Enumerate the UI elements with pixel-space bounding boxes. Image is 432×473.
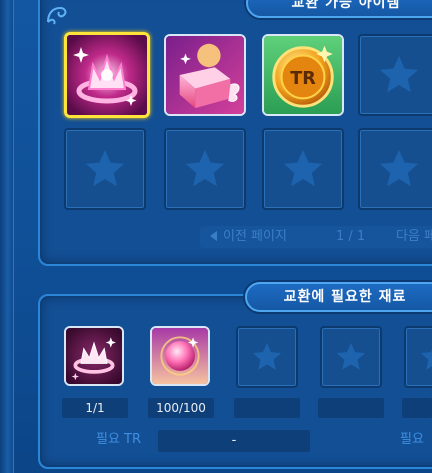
star-icon [85, 149, 125, 187]
star-icon [185, 149, 225, 187]
page-indicator: 1 / 1 [336, 229, 366, 244]
empty-item-slot[interactable] [358, 34, 432, 116]
item-slot-tr-coin[interactable]: TR [262, 34, 344, 116]
required-label-right: 필요 [400, 432, 424, 447]
next-page-button[interactable]: 다음 페 [396, 226, 432, 248]
material-quantity: 1/1 [62, 398, 128, 418]
empty-material-slot[interactable] [404, 326, 432, 388]
star-icon [420, 349, 432, 370]
prev-page-label: 이전 페이지 [223, 229, 287, 244]
star-icon [283, 149, 323, 187]
material-quantity-empty [234, 398, 300, 418]
window-left-rail [0, 0, 14, 473]
tr-coin-icon: TR [264, 36, 342, 114]
material-slot-crown-ring[interactable] [64, 326, 124, 386]
page-navigation: 이전 페이지 1 / 1 다음 페 [200, 226, 432, 248]
materials-title: 교환에 필요한 재료 [245, 282, 432, 312]
winged-treasure-box-icon [166, 36, 244, 114]
empty-material-slot[interactable] [236, 326, 298, 388]
glowing-orb-material-icon [152, 328, 208, 384]
item-slot-treasure-box[interactable] [164, 34, 246, 116]
star-icon [379, 55, 419, 93]
chevron-left-icon [210, 231, 217, 241]
empty-item-slot[interactable] [64, 128, 146, 210]
required-tr-value: - [158, 430, 310, 452]
material-quantity-empty [402, 398, 432, 418]
exchange-window: 교환 가능 아이템 TR 이전 페이지 1 / 1 다음 페 교환에 필요한 재… [0, 0, 432, 473]
material-quantity-empty [318, 398, 384, 418]
empty-item-slot[interactable] [262, 128, 344, 210]
material-quantity: 100/100 [148, 398, 214, 418]
crown-ring-material-icon [66, 328, 122, 384]
empty-item-slot[interactable] [358, 128, 432, 210]
item-slot-flaming-crown[interactable] [64, 32, 150, 118]
star-icon [379, 149, 419, 187]
flaming-crown-emblem-icon [67, 35, 147, 115]
prev-page-button[interactable]: 이전 페이지 [210, 226, 287, 248]
coin-text: TR [290, 69, 316, 89]
exchange-items-title: 교환 가능 아이템 [246, 0, 432, 18]
star-icon [252, 342, 282, 370]
corner-flourish-icon [44, 4, 70, 26]
empty-item-slot[interactable] [164, 128, 246, 210]
star-icon [336, 342, 366, 370]
empty-material-slot[interactable] [320, 326, 382, 388]
required-tr-label: 필요 TR [96, 432, 142, 447]
material-slot-glowing-orb[interactable] [150, 326, 210, 386]
